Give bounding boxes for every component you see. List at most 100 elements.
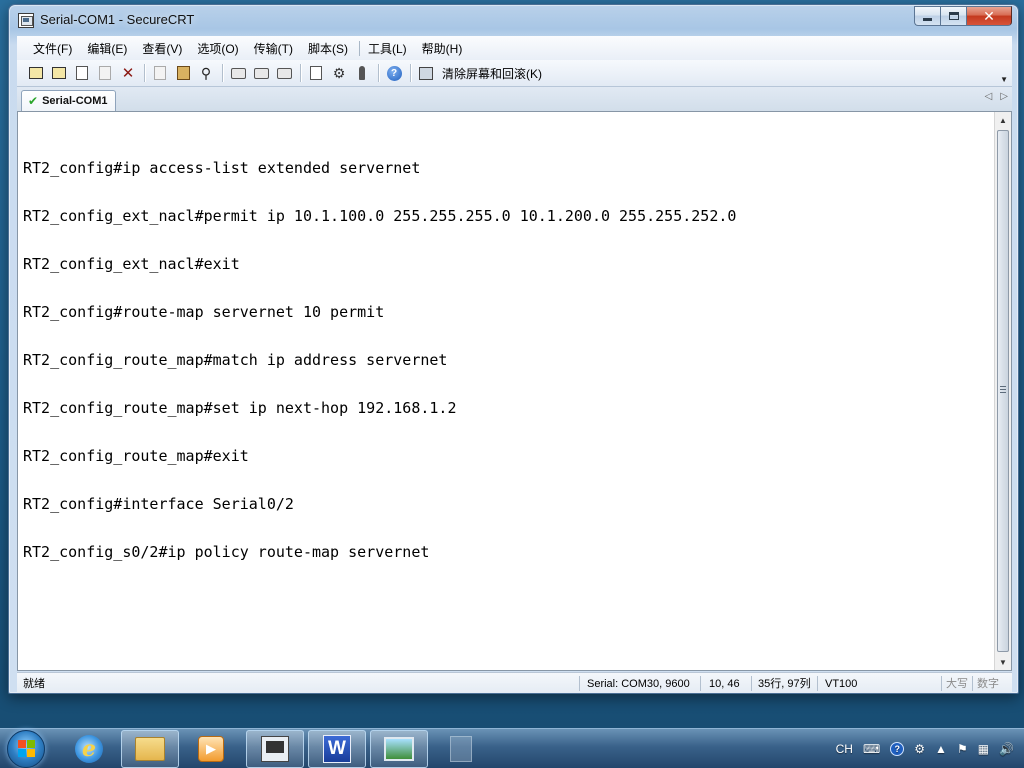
network-icon[interactable]: ▦	[978, 742, 989, 756]
toolbar-separator	[144, 64, 145, 82]
scroll-up-icon[interactable]: ▲	[999, 116, 1007, 125]
disconnect-icon[interactable]: ✕	[119, 64, 137, 82]
toolbar: ✕ ⚲ ⚙ ? 清除屏幕和回滚(K) ▼	[17, 60, 1012, 87]
desktop-edge	[0, 490, 6, 506]
terminal-line: RT2_config_ext_nacl#permit ip 10.1.100.0…	[23, 207, 737, 225]
taskbar-media-player[interactable]: ▶	[182, 730, 240, 768]
terminal-line: RT2_config#ip access-list extended serve…	[23, 159, 421, 177]
menu-options[interactable]: 选项(O)	[197, 40, 238, 57]
taskbar-securecrt[interactable]	[246, 730, 304, 768]
start-button[interactable]	[7, 730, 45, 768]
close-button[interactable]: ✕	[966, 6, 1012, 26]
help-tray-icon[interactable]: ?	[890, 742, 905, 756]
menu-separator	[358, 40, 360, 56]
quick-connect-icon[interactable]	[50, 64, 68, 82]
status-serial: Serial: COM30, 9600	[587, 678, 690, 690]
securecrt-window: Serial-COM1 - SecureCRT ✕ 文件(F) 编辑(E) 查看…	[8, 4, 1019, 694]
tray-settings-icon[interactable]: ⚙	[914, 742, 925, 756]
keymap-icon[interactable]	[353, 64, 371, 82]
caption-buttons: ✕	[914, 6, 1012, 26]
status-ready: 就绪	[23, 678, 45, 690]
print-icon[interactable]	[275, 64, 293, 82]
status-divider	[751, 676, 752, 691]
taskbar-word[interactable]: W	[308, 730, 366, 768]
terminal-area[interactable]: RT2_config#ip access-list extended serve…	[17, 111, 1012, 671]
tab-scroll-right-icon[interactable]: ▷	[1000, 91, 1008, 102]
app-placeholder-icon	[450, 736, 472, 762]
menu-transfer[interactable]: 传输(T)	[254, 40, 293, 57]
toolbar-overflow-icon[interactable]: ▼	[1000, 75, 1008, 84]
tab-label: Serial-COM1	[42, 95, 108, 107]
close-icon: ✕	[983, 7, 995, 24]
menu-edit[interactable]: 编辑(E)	[87, 40, 127, 57]
word-icon: W	[323, 735, 351, 763]
menu-help[interactable]: 帮助(H)	[422, 40, 463, 57]
paste-icon[interactable]	[174, 64, 192, 82]
clear-screen-icon[interactable]	[417, 64, 435, 82]
maximize-button[interactable]	[940, 6, 966, 26]
keyboard-icon[interactable]: ⌨	[863, 742, 880, 756]
menu-view[interactable]: 查看(V)	[142, 40, 182, 57]
toolbar-separator	[378, 64, 379, 82]
media-player-icon: ▶	[198, 736, 224, 762]
session-options-icon[interactable]	[307, 64, 325, 82]
taskbar-file-explorer[interactable]	[121, 730, 179, 768]
title-bar[interactable]: Serial-COM1 - SecureCRT ✕	[9, 5, 1018, 35]
status-divider	[579, 676, 580, 691]
scrollbar-grip-icon	[1000, 386, 1006, 393]
terminal-line: RT2_config_route_map#match ip address se…	[23, 351, 448, 369]
find-icon[interactable]: ⚲	[197, 64, 215, 82]
connect-in-tab-icon[interactable]	[73, 64, 91, 82]
help-icon[interactable]: ?	[385, 64, 403, 82]
toolbar-separator	[300, 64, 301, 82]
clear-screen-button[interactable]: 清除屏幕和回滚(K)	[442, 65, 542, 82]
tab-strip: ✔ Serial-COM1 ◁ ▷	[17, 87, 1012, 111]
terminal-line: RT2_config_route_map#exit	[23, 447, 249, 465]
tab-navigation: ◁ ▷	[985, 91, 1008, 102]
reconnect-icon[interactable]	[96, 64, 114, 82]
tab-serial-com1[interactable]: ✔ Serial-COM1	[21, 90, 117, 111]
folder-icon	[135, 737, 165, 761]
vertical-scrollbar[interactable]: ▲ ▼	[994, 112, 1011, 670]
copy-icon[interactable]	[151, 64, 169, 82]
status-size: 35行, 97列	[758, 678, 811, 690]
securecrt-app-icon[interactable]	[18, 13, 34, 28]
status-bar: 就绪 Serial: COM30, 9600 10, 46 35行, 97列 V…	[17, 672, 1012, 693]
status-caps: 大写	[946, 678, 968, 690]
print-selection-icon[interactable]	[252, 64, 270, 82]
status-divider	[972, 676, 973, 691]
menu-script[interactable]: 脚本(S)	[308, 40, 348, 57]
terminal-line: RT2_config_s0/2#ip policy route-map serv…	[23, 543, 430, 561]
input-language[interactable]: CH	[836, 742, 853, 756]
taskbar-image-viewer[interactable]	[370, 730, 428, 768]
show-hidden-icons-icon[interactable]: ▲	[935, 742, 947, 756]
status-cursor: 10, 46	[709, 678, 740, 690]
connected-check-icon: ✔	[28, 94, 39, 108]
maximize-icon	[948, 12, 959, 20]
scrollbar-thumb[interactable]	[997, 130, 1009, 652]
tab-scroll-left-icon[interactable]: ◁	[985, 91, 993, 102]
menu-file[interactable]: 文件(F)	[33, 40, 72, 57]
global-options-icon[interactable]: ⚙	[330, 64, 348, 82]
taskbar-unknown-app[interactable]	[432, 730, 490, 768]
taskbar-internet-explorer[interactable]: e	[60, 730, 118, 768]
print-screen-icon[interactable]	[229, 64, 247, 82]
system-tray: CH ⌨ ? ⚙ ▲ ⚑ ▦ 🔊	[826, 729, 1024, 768]
scroll-down-icon[interactable]: ▼	[999, 658, 1007, 667]
taskbar: e ▶ W CH ⌨ ? ⚙ ▲ ⚑ ▦ 🔊	[0, 728, 1024, 768]
toolbar-separator	[410, 64, 411, 82]
action-center-flag-icon[interactable]: ⚑	[957, 742, 968, 756]
window-title: Serial-COM1 - SecureCRT	[40, 12, 195, 27]
windows-logo-icon	[18, 740, 35, 757]
terminal-output: RT2_config#ip access-list extended serve…	[23, 128, 991, 592]
image-viewer-icon	[384, 737, 414, 761]
status-divider	[817, 676, 818, 691]
volume-icon[interactable]: 🔊	[999, 742, 1014, 756]
minimize-icon	[923, 18, 932, 21]
minimize-button[interactable]	[914, 6, 940, 26]
menu-bar: 文件(F) 编辑(E) 查看(V) 选项(O) 传输(T) 脚本(S) 工具(L…	[17, 36, 1012, 60]
status-divider	[941, 676, 942, 691]
menu-tools[interactable]: 工具(L)	[368, 40, 407, 57]
securecrt-icon	[261, 736, 289, 762]
connect-icon[interactable]	[27, 64, 45, 82]
